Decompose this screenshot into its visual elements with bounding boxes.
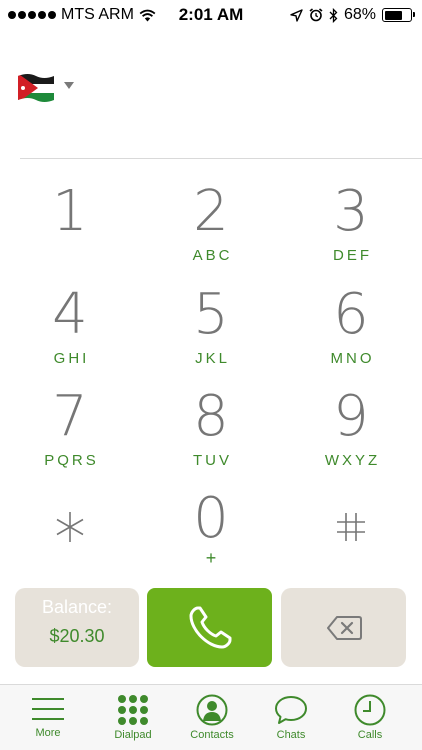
tab-more[interactable]: More: [6, 685, 90, 750]
dialpad-digit: 3: [333, 179, 369, 244]
dialpad-digit: 5: [193, 282, 229, 347]
tab-dialpad[interactable]: Dialpad: [91, 685, 175, 750]
contact-person-icon: [196, 694, 228, 726]
menu-icon: [32, 698, 64, 720]
dialpad-letters: TUV: [193, 452, 232, 469]
dialpad-key-2[interactable]: 2 ABC: [141, 165, 281, 265]
dialpad-letters: JKL: [195, 350, 230, 367]
dialpad-key-7[interactable]: 7 PQRS: [0, 370, 140, 470]
phone-number-field[interactable]: [20, 158, 422, 159]
dialpad-digit: 1: [52, 179, 88, 244]
tab-label: Dialpad: [114, 729, 152, 741]
tab-chats[interactable]: Chats: [249, 685, 333, 750]
country-selector[interactable]: [16, 72, 74, 104]
dialpad-digit: 4: [52, 282, 88, 347]
jordan-flag-icon: [18, 74, 54, 102]
dialpad-key-0[interactable]: 0 +: [141, 472, 281, 572]
chat-bubble-icon: [275, 696, 307, 724]
battery-percent: 68%: [343, 6, 376, 23]
status-left: MTS ARM: [8, 6, 156, 24]
alarm-clock-icon: [309, 8, 323, 22]
wifi-icon: [139, 9, 156, 21]
dialpad-letters: MNO: [330, 350, 375, 367]
dialpad-digit: 7: [52, 384, 88, 449]
balance-value: $20.30: [49, 626, 105, 646]
dialpad-key-8[interactable]: 8 TUV: [141, 370, 281, 470]
dialpad-digit: 2: [193, 179, 229, 244]
dialpad-letters: WXYZ: [324, 452, 381, 469]
tab-contacts[interactable]: Contacts: [170, 685, 254, 750]
dialpad-key-6[interactable]: 6 MNO: [281, 268, 421, 368]
status-bar: MTS ARM 2:01 AM 68%: [0, 0, 422, 30]
tab-calls[interactable]: Calls: [328, 685, 412, 750]
dialpad-key-1[interactable]: 1: [0, 165, 140, 265]
battery-icon: [382, 8, 415, 22]
dialpad-grid-icon: [118, 695, 148, 725]
backspace-icon: [326, 615, 362, 640]
tab-bar: More Dialpad Contacts Chats Calls: [0, 684, 422, 750]
dialpad-letters: DEF: [333, 247, 372, 264]
backspace-button[interactable]: [281, 588, 406, 667]
tab-label: More: [35, 727, 61, 739]
dialpad-key-star[interactable]: *: [0, 472, 140, 572]
dialpad-letters: PQRS: [44, 452, 99, 469]
status-right: 68%: [290, 6, 415, 24]
dialpad-key-3[interactable]: 3 DEF: [281, 165, 421, 265]
balance-label: Balance:: [41, 597, 113, 617]
signal-strength-icon: [8, 11, 56, 19]
dialpad-letters: GHI: [53, 350, 90, 367]
dialpad-digit: 8: [193, 384, 229, 449]
dialpad-digit: 0: [193, 486, 229, 551]
carrier-name: MTS ARM: [61, 6, 134, 23]
dialpad-letters: +: [205, 548, 217, 568]
tab-label: Calls: [357, 729, 383, 741]
clock-icon: [354, 694, 386, 726]
dialpad-key-5[interactable]: 5 JKL: [141, 268, 281, 368]
dialpad-key-4[interactable]: 4 GHI: [0, 268, 140, 368]
call-button[interactable]: [147, 588, 272, 667]
bluetooth-icon: [329, 7, 338, 23]
chevron-down-icon: [64, 81, 74, 89]
dialpad-digit: 6: [333, 282, 369, 347]
location-arrow-icon: [290, 8, 303, 22]
balance-button[interactable]: Balance: $20.30: [15, 588, 139, 667]
tab-label: Contacts: [190, 729, 234, 741]
dialpad-letters: ABC: [192, 247, 233, 264]
dialpad-key-9[interactable]: 9 WXYZ: [281, 370, 421, 470]
dialpad-key-pound[interactable]: #: [281, 472, 421, 572]
asterisk-icon: [56, 512, 84, 542]
dialpad-digit: 9: [333, 384, 369, 449]
hash-icon: [337, 513, 365, 541]
phone-icon: [189, 606, 231, 648]
tab-label: Chats: [276, 729, 306, 741]
